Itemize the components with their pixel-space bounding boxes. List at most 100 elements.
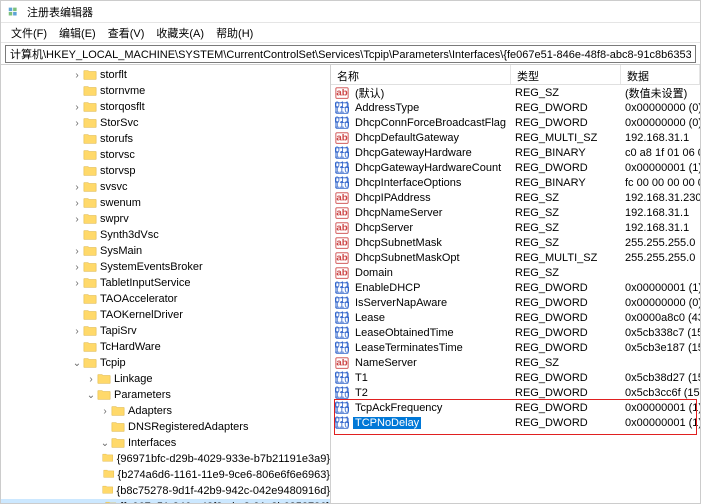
svg-text:110: 110 <box>335 404 349 415</box>
tree-item[interactable]: ›swprv <box>1 211 330 227</box>
tree-item[interactable]: ›storflt <box>1 67 330 83</box>
list-row[interactable]: abDhcpNameServerREG_SZ192.168.31.1 <box>331 205 700 220</box>
menu-view[interactable]: 查看(V) <box>102 23 151 43</box>
tree-item[interactable]: TAOAccelerator <box>1 291 330 307</box>
list-row[interactable]: 011110DhcpConnForceBroadcastFlagREG_DWOR… <box>331 115 700 130</box>
list-row[interactable]: 011110LeaseREG_DWORD0x0000a8c0 (43200) <box>331 310 700 325</box>
tree-item[interactable]: {96971bfc-d29b-4029-933e-b7b21191e3a9} <box>1 451 330 467</box>
tree-item[interactable]: TAOKernelDriver <box>1 307 330 323</box>
folder-icon <box>83 308 97 322</box>
list-row[interactable]: 011110T1REG_DWORD0x5cb38d27 (1555270951) <box>331 370 700 385</box>
list-row[interactable]: 011110EnableDHCPREG_DWORD0x00000001 (1) <box>331 280 700 295</box>
menu-help[interactable]: 帮助(H) <box>210 23 259 43</box>
value-type: REG_DWORD <box>511 402 621 414</box>
value-data: c0 a8 1f 01 06 00 00 00 34 ce 00 <box>621 147 700 159</box>
chevron-right-icon[interactable]: › <box>71 70 83 81</box>
tree-item[interactable]: ›swenum <box>1 195 330 211</box>
window-title: 注册表编辑器 <box>27 4 93 20</box>
chevron-down-icon[interactable]: ⌄ <box>71 358 83 369</box>
tree-item[interactable]: {b274a6d6-1161-11e9-9ce6-806e6f6e6963} <box>1 467 330 483</box>
menu-file[interactable]: 文件(F) <box>5 23 53 43</box>
chevron-right-icon[interactable]: › <box>71 326 83 337</box>
list-row[interactable]: 011110LeaseObtainedTimeREG_DWORD0x5cb338… <box>331 325 700 340</box>
list-row[interactable]: abDhcpSubnetMaskOptREG_MULTI_SZ255.255.2… <box>331 250 700 265</box>
list-row[interactable]: abNameServerREG_SZ <box>331 355 700 370</box>
list-row[interactable]: 011110IsServerNapAwareREG_DWORD0x0000000… <box>331 295 700 310</box>
chevron-right-icon[interactable]: › <box>71 278 83 289</box>
tree-item[interactable]: ›TabletInputService <box>1 275 330 291</box>
tree-item-label: Interfaces <box>128 437 176 449</box>
tree-item[interactable]: {b8c75278-9d1f-42b9-942c-042e9480916d} <box>1 483 330 499</box>
col-header-type[interactable]: 类型 <box>511 65 621 84</box>
value-name: DhcpNameServer <box>353 207 444 219</box>
tree-item-label: storqosflt <box>100 101 145 113</box>
value-data: 0x0000a8c0 (43200) <box>621 312 700 324</box>
path-input[interactable] <box>5 45 696 63</box>
list-row[interactable]: abDhcpDefaultGatewayREG_MULTI_SZ192.168.… <box>331 130 700 145</box>
binary-value-icon: 011110 <box>335 161 349 175</box>
list-row[interactable]: 011110DhcpInterfaceOptionsREG_BINARYfc 0… <box>331 175 700 190</box>
list-pane[interactable]: 名称 类型 数据 ab(默认)REG_SZ(数值未设置)011110Addres… <box>331 65 700 503</box>
string-value-icon: ab <box>335 221 349 235</box>
chevron-right-icon[interactable]: › <box>71 198 83 209</box>
tree-item[interactable]: ›svsvc <box>1 179 330 195</box>
value-data: 0x00000000 (0) <box>621 102 700 114</box>
tree-item[interactable]: Synth3dVsc <box>1 227 330 243</box>
value-data: 0x00000001 (1) <box>621 417 700 429</box>
list-row[interactable]: 011110TCPNoDelayREG_DWORD0x00000001 (1) <box>331 415 700 430</box>
list-row[interactable]: abDhcpSubnetMaskREG_SZ255.255.255.0 <box>331 235 700 250</box>
list-row[interactable]: abDhcpServerREG_SZ192.168.31.1 <box>331 220 700 235</box>
chevron-right-icon[interactable]: › <box>71 182 83 193</box>
tree-item[interactable]: ⌄ Interfaces <box>1 435 330 451</box>
binary-value-icon: 011110 <box>335 281 349 295</box>
tree-item[interactable]: ›SystemEventsBroker <box>1 259 330 275</box>
tree-item[interactable]: ›SysMain <box>1 243 330 259</box>
tree-item[interactable]: TcHardWare <box>1 339 330 355</box>
tree-item[interactable]: {fe067e51-846e-48f8-abc8-91c8b6353726} <box>1 499 330 503</box>
list-row[interactable]: 011110T2REG_DWORD0x5cb3cc6f (1555287151) <box>331 385 700 400</box>
tree-item-label: TcHardWare <box>100 341 161 353</box>
value-data: 0x5cb3e187 (1555292551) <box>621 342 700 354</box>
list-row[interactable]: 011110AddressTypeREG_DWORD0x00000000 (0) <box>331 100 700 115</box>
tree-item[interactable]: ›Linkage <box>1 371 330 387</box>
tree-item[interactable]: stornvme <box>1 83 330 99</box>
tree-item[interactable]: storvsc <box>1 147 330 163</box>
menu-favorites[interactable]: 收藏夹(A) <box>150 23 210 43</box>
col-header-name[interactable]: 名称 <box>331 65 511 84</box>
tree-item[interactable]: ›StorSvc <box>1 115 330 131</box>
svg-text:110: 110 <box>335 374 349 385</box>
chevron-down-icon[interactable]: ⌄ <box>85 390 97 401</box>
chevron-right-icon[interactable]: › <box>99 406 111 417</box>
list-row[interactable]: 011110DhcpGatewayHardwareREG_BINARYc0 a8… <box>331 145 700 160</box>
col-header-data[interactable]: 数据 <box>621 65 700 84</box>
tree-item[interactable]: storufs <box>1 131 330 147</box>
tree-item[interactable]: storvsp <box>1 163 330 179</box>
string-value-icon: ab <box>335 251 349 265</box>
tree-item-label: {96971bfc-d29b-4029-933e-b7b21191e3a9} <box>117 453 330 465</box>
list-row[interactable]: ab(默认)REG_SZ(数值未设置) <box>331 85 700 100</box>
list-row[interactable]: 011110TcpAckFrequencyREG_DWORD0x00000001… <box>331 400 700 415</box>
tree-item[interactable]: ›TapiSrv <box>1 323 330 339</box>
chevron-right-icon[interactable]: › <box>71 118 83 129</box>
svg-text:110: 110 <box>335 104 349 115</box>
chevron-down-icon[interactable]: ⌄ <box>99 438 111 449</box>
list-row[interactable]: 011110LeaseTerminatesTimeREG_DWORD0x5cb3… <box>331 340 700 355</box>
value-type: REG_DWORD <box>511 387 621 399</box>
chevron-right-icon[interactable]: › <box>71 246 83 257</box>
chevron-right-icon[interactable]: › <box>71 102 83 113</box>
tree-item[interactable]: ⌄Parameters <box>1 387 330 403</box>
chevron-right-icon[interactable]: › <box>71 262 83 273</box>
list-row[interactable]: abDhcpIPAddressREG_SZ192.168.31.230 <box>331 190 700 205</box>
menu-edit[interactable]: 编辑(E) <box>53 23 102 43</box>
list-row[interactable]: abDomainREG_SZ <box>331 265 700 280</box>
list-row[interactable]: 011110DhcpGatewayHardwareCountREG_DWORD0… <box>331 160 700 175</box>
tree-item[interactable]: DNSRegisteredAdapters <box>1 419 330 435</box>
tree-item[interactable]: › storqosflt <box>1 99 330 115</box>
tree-item[interactable]: ›Adapters <box>1 403 330 419</box>
chevron-right-icon[interactable]: › <box>71 214 83 225</box>
svg-text:110: 110 <box>335 149 349 160</box>
tree-pane[interactable]: ›storfltstornvme › storqosflt ›StorSvcstoru… <box>1 65 331 503</box>
folder-icon <box>103 468 115 482</box>
chevron-right-icon[interactable]: › <box>85 374 97 385</box>
tree-item[interactable]: ⌄Tcpip <box>1 355 330 371</box>
